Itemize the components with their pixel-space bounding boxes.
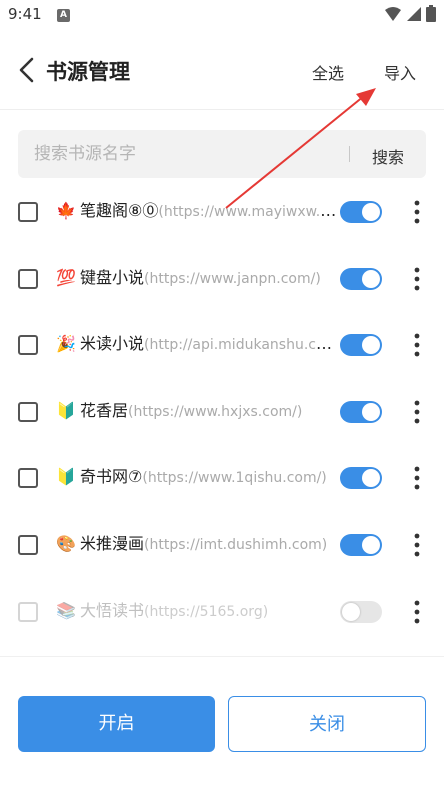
toggle-knob	[362, 469, 380, 488]
source-checkbox[interactable]	[18, 268, 38, 289]
status-icons	[384, 5, 436, 22]
source-label: 花香居(https://www.hxjxs.com/)	[80, 400, 338, 423]
source-label: 大悟读书(https://5165.org)	[80, 600, 338, 623]
source-url: (https://imt.dushimh.com)	[144, 536, 328, 553]
source-name: 大悟读书	[80, 600, 145, 620]
source-url: (https://www.janpn.com/)	[144, 270, 321, 287]
source-name: 键盘小说	[80, 267, 145, 287]
source-emoji: 🔰	[56, 400, 76, 420]
search-input[interactable]	[34, 130, 334, 178]
signal-icon	[407, 6, 421, 21]
source-name: 米读小说	[80, 334, 145, 354]
source-name: 米推漫画	[80, 533, 145, 553]
source-row-disabled[interactable]: 📚 大悟读书(https://5165.org)	[0, 578, 444, 645]
page-title: 书源管理	[46, 60, 130, 84]
source-checkbox[interactable]	[18, 468, 38, 489]
source-toggle[interactable]	[340, 334, 382, 357]
source-emoji: 🔰	[56, 467, 76, 487]
source-checkbox[interactable]	[18, 601, 38, 622]
import-button[interactable]: 导入	[384, 60, 416, 84]
source-label: 笔趣阁⑧⓪(https://www.mayiwxw.com/)	[80, 200, 338, 223]
source-row[interactable]: 💯 键盘小说(https://www.janpn.com/)	[0, 245, 444, 312]
source-url: (https://www.hxjxs.com/)	[128, 403, 303, 420]
source-checkbox[interactable]	[18, 401, 38, 422]
more-vertical-icon[interactable]	[408, 598, 426, 626]
source-toggle[interactable]	[340, 467, 382, 490]
source-url: (https://www.1qishu.com/)	[142, 470, 327, 487]
more-vertical-icon[interactable]	[408, 265, 426, 293]
close-button[interactable]: 关闭	[228, 696, 426, 752]
source-list: 🍁 笔趣阁⑧⓪(https://www.mayiwxw.com/) 💯 键盘小说…	[0, 178, 444, 644]
source-emoji: 💯	[56, 267, 76, 287]
source-toggle[interactable]	[340, 600, 382, 623]
source-checkbox[interactable]	[18, 534, 38, 555]
source-emoji: 🎉	[56, 334, 76, 354]
source-row[interactable]: 🔰 花香居(https://www.hxjxs.com/)	[0, 378, 444, 445]
search-bar: 搜索	[18, 130, 426, 178]
source-emoji: 🍁	[56, 201, 76, 220]
search-button[interactable]: 搜索	[372, 144, 404, 168]
search-divider	[349, 146, 350, 162]
source-row[interactable]: 🔰 奇书网⑦(https://www.1qishu.com/)	[0, 444, 444, 511]
select-all-button[interactable]: 全选	[312, 60, 344, 84]
source-label: 奇书网⑦(https://www.1qishu.com/)	[80, 466, 338, 489]
source-checkbox[interactable]	[18, 335, 38, 356]
toggle-knob	[362, 535, 380, 554]
source-emoji: 📚	[56, 600, 76, 620]
toggle-knob	[342, 602, 360, 621]
toggle-knob	[362, 203, 380, 221]
source-toggle[interactable]	[340, 201, 382, 223]
source-name: 花香居	[80, 400, 129, 420]
status-time: 9:41	[8, 5, 42, 23]
source-toggle[interactable]	[340, 400, 382, 423]
source-label: 键盘小说(https://www.janpn.com/)	[80, 267, 338, 290]
more-vertical-icon[interactable]	[408, 464, 426, 492]
more-vertical-icon[interactable]	[408, 198, 426, 226]
chevron-left-icon[interactable]	[14, 54, 42, 86]
source-url: (http://api.midukanshu.com/)	[144, 337, 338, 354]
toggle-knob	[362, 269, 380, 288]
footer-divider	[0, 656, 444, 657]
wifi-icon	[385, 6, 401, 21]
toggle-knob	[362, 402, 380, 421]
source-row[interactable]: 🍁 笔趣阁⑧⓪(https://www.mayiwxw.com/)	[0, 178, 444, 245]
enable-button[interactable]: 开启	[18, 696, 215, 752]
source-url: (https://5165.org)	[144, 603, 269, 620]
source-name: 笔趣阁⑧⓪	[80, 201, 159, 220]
source-toggle[interactable]	[340, 533, 382, 556]
source-toggle[interactable]	[340, 267, 382, 290]
source-url: (https://www.mayiwxw.com/)	[158, 204, 338, 220]
more-vertical-icon[interactable]	[408, 331, 426, 359]
source-label: 米推漫画(https://imt.dushimh.com)	[80, 533, 338, 556]
source-row[interactable]: 🎨 米推漫画(https://imt.dushimh.com)	[0, 511, 444, 578]
more-vertical-icon[interactable]	[408, 398, 426, 426]
source-label: 米读小说(http://api.midukanshu.com/)	[80, 333, 338, 356]
toggle-knob	[362, 336, 380, 355]
source-emoji: 🎨	[56, 533, 76, 553]
battery-icon	[426, 5, 436, 22]
more-vertical-icon[interactable]	[408, 531, 426, 559]
source-checkbox[interactable]	[18, 202, 38, 222]
source-row[interactable]: 🎉 米读小说(http://api.midukanshu.com/)	[0, 311, 444, 378]
app-header: 书源管理 全选 导入	[0, 32, 444, 110]
notification-badge: A	[57, 9, 70, 22]
status-bar: 9:41 A	[0, 0, 444, 32]
source-name: 奇书网⑦	[80, 467, 143, 487]
